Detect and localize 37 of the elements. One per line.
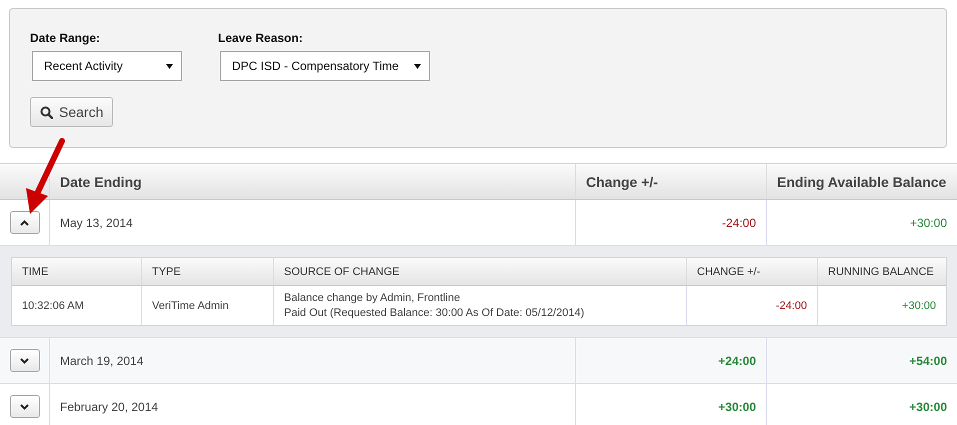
balance-value: +30:00 bbox=[910, 216, 947, 230]
source-text: Paid Out (Requested Balance: 30:00 As Of Date: 05/12/2014) bbox=[284, 307, 584, 319]
caret-icon bbox=[414, 62, 421, 70]
search-icon bbox=[40, 106, 53, 118]
leave-reason-label: Leave Reason: bbox=[218, 31, 304, 45]
column-header: RUNNING BALANCE bbox=[828, 266, 934, 278]
change-value: +30:00 bbox=[718, 400, 756, 414]
column-header: Ending Available Balance bbox=[776, 172, 948, 192]
column-header: CHANGE +/- bbox=[697, 266, 760, 278]
leave-reason-select[interactable]: DPC ISD - Compensatory Time bbox=[220, 51, 430, 81]
balance-value: +30:00 bbox=[902, 300, 936, 312]
date-text: May 13, 2014 bbox=[60, 216, 133, 230]
type-text: VeriTime Admin bbox=[152, 300, 229, 312]
chevron-down-icon bbox=[20, 404, 29, 410]
date-range-select[interactable]: Recent Activity bbox=[32, 51, 182, 81]
change-value: -24:00 bbox=[722, 216, 756, 230]
time-text: 10:32:06 AM bbox=[22, 300, 84, 312]
column-header: Change +/- bbox=[576, 164, 767, 199]
expand-toggle-button[interactable] bbox=[10, 395, 40, 418]
change-value: +24:00 bbox=[718, 354, 756, 368]
change-value: -24:00 bbox=[776, 300, 807, 312]
column-header: TYPE bbox=[152, 266, 181, 278]
search-button[interactable]: Search bbox=[30, 97, 114, 127]
expand-toggle-button[interactable] bbox=[10, 349, 40, 372]
source-text: Balance change by Admin, Frontline bbox=[284, 292, 460, 304]
expand-toggle-button[interactable] bbox=[10, 211, 40, 234]
column-header: TIME bbox=[22, 266, 48, 278]
column-header: SOURCE OF CHANGE bbox=[284, 266, 400, 278]
chevron-up-icon bbox=[20, 220, 29, 226]
balance-value: +30:00 bbox=[909, 400, 947, 414]
date-text: March 19, 2014 bbox=[60, 354, 144, 368]
date-text: February 20, 2014 bbox=[60, 400, 158, 414]
caret-icon bbox=[166, 62, 173, 70]
date-range-label: Date Range: bbox=[30, 31, 102, 45]
column-header: Date Ending bbox=[50, 164, 576, 199]
balance-value: +54:00 bbox=[909, 354, 947, 368]
chevron-down-icon bbox=[20, 358, 29, 364]
